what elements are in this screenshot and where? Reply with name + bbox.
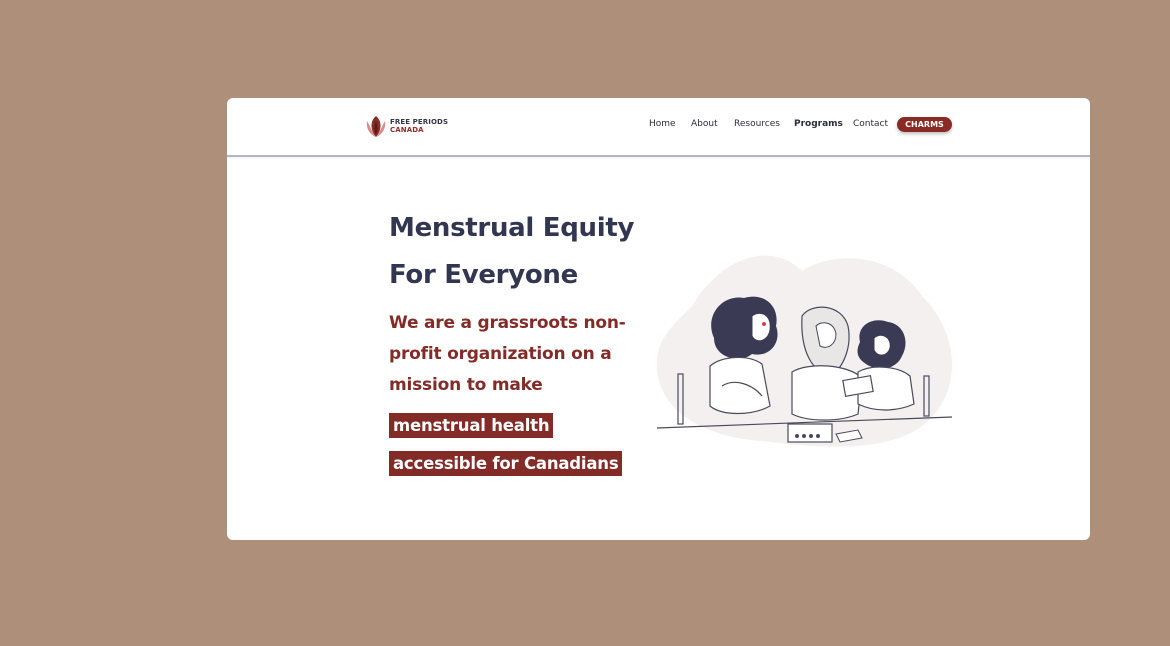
hero-subtitle-line1: We are a grassroots non- [389, 313, 626, 333]
hero-title: Menstrual Equity For Everyone [389, 205, 659, 299]
nav-programs[interactable]: Programs [794, 119, 843, 129]
nav-home[interactable]: Home [649, 119, 676, 129]
highlight-accessible-canadians: accessible for Canadians [389, 451, 623, 476]
hero-subtitle-line3: mission to make [389, 375, 543, 395]
site-header: FREE PERIODS CANADA Home About Resources… [227, 98, 1090, 157]
nav-about[interactable]: About [691, 119, 718, 129]
hero-subtitle: We are a grassroots non- profit organiza… [389, 308, 649, 401]
webpage-card: FREE PERIODS CANADA Home About Resources… [227, 98, 1090, 540]
family-at-table-illustration [652, 246, 964, 456]
hero-title-line1: Menstrual Equity [389, 213, 635, 243]
hero-subtitle-line2: profit organization on a [389, 344, 612, 364]
main-nav: Home About Resources Programs Contact [227, 119, 1090, 133]
nav-resources[interactable]: Resources [734, 119, 780, 129]
highlight-menstrual-health: menstrual health [389, 413, 554, 438]
charms-button[interactable]: CHARMS [897, 117, 952, 132]
nav-contact[interactable]: Contact [853, 119, 888, 129]
hero-title-line2: For Everyone [389, 260, 578, 290]
